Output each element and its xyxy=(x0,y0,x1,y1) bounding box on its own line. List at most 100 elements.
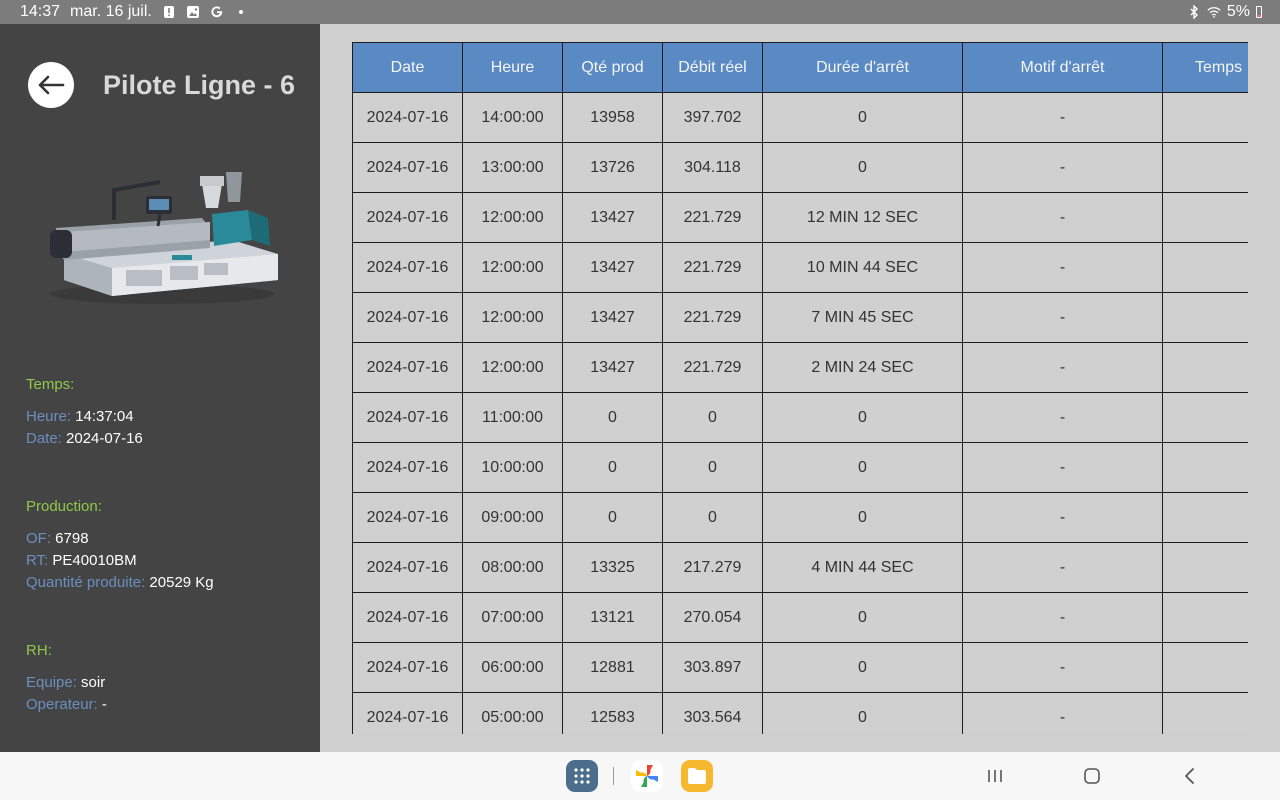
table-row[interactable]: 2024-07-16 13:00:00 13726 304.118 0- xyxy=(352,142,1248,193)
column-header: Motif d'arrêt xyxy=(962,42,1163,93)
table-cell: 13325 xyxy=(562,542,663,593)
back-button[interactable] xyxy=(28,62,74,108)
table-cell: 2024-07-16 xyxy=(352,292,463,343)
equipe-value: soir xyxy=(81,674,106,691)
table-row[interactable]: 2024-07-16 08:00:00 13325 217.279 4 MIN 44 S… xyxy=(352,542,1248,593)
files-icon[interactable] xyxy=(681,760,713,792)
date-label: Date: xyxy=(26,430,62,447)
table-row[interactable]: 2024-07-1614:00:0013958397.7020-36 M xyxy=(352,92,1248,143)
table-cell: 13427 xyxy=(562,242,663,293)
table-cell: 270.054 xyxy=(662,592,763,643)
table-cell: 4 MIN 44 SEC xyxy=(762,542,963,593)
operateur-label: Operateur: xyxy=(26,696,98,713)
table-row[interactable]: 2024-07-16 05:00:00 12583 303.564 0- xyxy=(352,692,1248,734)
recents-icon[interactable] xyxy=(980,762,1010,790)
table-row[interactable]: 2024-07-16 10:00:00 0 0 0- xyxy=(352,442,1248,493)
table-cell: 0 xyxy=(562,492,663,543)
table-row[interactable]: 2024-07-16 12:00:00 13427 221.729 7 MIN 45 S… xyxy=(352,292,1248,343)
of-label: OF: xyxy=(26,530,51,547)
table-cell: 12:00:00 xyxy=(462,242,563,293)
table-cell: 11:00:00 xyxy=(462,392,563,443)
table-row[interactable]: 2024-07-16 12:00:00 13427 221.729 2 MIN 24 S… xyxy=(352,342,1248,393)
table-cell xyxy=(1162,442,1248,493)
table-cell: 221.729 xyxy=(662,342,763,393)
rh-section: RH: Equipe: soir Operateur: - xyxy=(26,640,107,716)
table-row[interactable]: 2024-07-16 06:00:00 12881 303.897 0- xyxy=(352,642,1248,693)
table-cell xyxy=(1162,642,1248,693)
google-icon xyxy=(210,5,224,19)
table-cell: 397.702 xyxy=(662,92,763,143)
table-cell: 13:00:00 xyxy=(462,142,563,193)
table-row[interactable]: 2024-07-16 12:00:00 13427 221.729 12 MIN 12 … xyxy=(352,192,1248,243)
table-cell: 10:00:00 xyxy=(462,442,563,493)
table-cell: 26 M xyxy=(1162,242,1248,293)
table-cell: 10 MIN 44 SEC xyxy=(762,242,963,293)
table-cell: 26 M xyxy=(1162,192,1248,243)
wifi-icon xyxy=(1207,5,1221,19)
production-section: Production: OF: 6798 RT: PE40010BM Quant… xyxy=(26,496,214,594)
table-cell: 303.564 xyxy=(662,692,763,734)
table-cell: - xyxy=(962,542,1163,593)
equipe-label: Equipe: xyxy=(26,674,77,691)
table-cell: 2024-07-16 xyxy=(352,542,463,593)
apps-grid-icon[interactable] xyxy=(566,760,598,792)
home-icon[interactable] xyxy=(1077,762,1107,790)
table-cell: 06:00:00 xyxy=(462,642,563,693)
operateur-value: - xyxy=(101,696,107,713)
navigation-bar xyxy=(0,752,1280,800)
table-row[interactable]: 2024-07-16 11:00:00 0 0 0- xyxy=(352,392,1248,443)
table-cell: 0 xyxy=(762,642,963,693)
table-cell: 0 xyxy=(762,442,963,493)
table-cell: - xyxy=(962,642,1163,693)
table-cell xyxy=(1162,142,1248,193)
table-cell: - xyxy=(962,692,1163,734)
table-cell: 2 MIN 24 SEC xyxy=(762,342,963,393)
table-cell: - xyxy=(962,192,1163,243)
table-header-row: Date Heure Qté prod Débit réel Durée d'a… xyxy=(352,42,1248,93)
battery-icon xyxy=(1256,6,1262,18)
table-cell: 0 xyxy=(762,492,963,543)
table-cell: 0 xyxy=(762,692,963,734)
back-icon[interactable] xyxy=(1175,762,1205,790)
temps-section: Temps: Heure: 14:37:04 Date: 2024-07-16 xyxy=(26,374,143,450)
column-header: Débit réel xyxy=(662,42,763,93)
of-value: 6798 xyxy=(55,530,89,547)
rt-value: PE40010BM xyxy=(52,552,137,569)
table-cell: 13726 xyxy=(562,142,663,193)
table-cell: 12:00:00 xyxy=(462,192,563,243)
table-row[interactable]: 2024-07-16 07:00:00 13121 270.054 0- xyxy=(352,592,1248,643)
table-cell: 14:00:00 xyxy=(462,92,563,143)
status-time: 14:37 xyxy=(20,3,61,20)
alert-icon xyxy=(162,5,176,19)
table-cell: 2024-07-16 xyxy=(352,492,463,543)
table-cell: - xyxy=(962,492,1163,543)
table-cell: 0 xyxy=(662,442,763,493)
table-cell: 7 MIN 45 SEC xyxy=(762,292,963,343)
temps-heading: Temps: xyxy=(26,376,75,393)
table-row[interactable]: 2024-07-16 12:00:00 13427 221.729 10 MIN 44 … xyxy=(352,242,1248,293)
production-table-container[interactable]: Date Heure Qté prod Débit réel Durée d'a… xyxy=(352,42,1248,734)
table-cell xyxy=(1162,492,1248,543)
table-cell: 36 M xyxy=(1162,92,1248,143)
table-cell: 13121 xyxy=(562,592,663,643)
table-cell: 12:00:00 xyxy=(462,342,563,393)
table-cell: - xyxy=(962,392,1163,443)
rh-heading: RH: xyxy=(26,642,52,659)
photos-icon[interactable] xyxy=(631,760,663,792)
table-cell: - xyxy=(962,292,1163,343)
table-cell: 26 M xyxy=(1162,342,1248,393)
table-cell: 2024-07-16 xyxy=(352,642,463,693)
table-cell: 2024-07-16 xyxy=(352,142,463,193)
quantite-value: 20529 Kg xyxy=(149,574,214,591)
table-cell: 304.118 xyxy=(662,142,763,193)
table-row[interactable]: 2024-07-16 09:00:00 0 0 0- xyxy=(352,492,1248,543)
table-cell: 13427 xyxy=(562,292,663,343)
page-title: Pilote Ligne - 6 xyxy=(103,70,296,100)
column-header: Date xyxy=(352,42,463,93)
table-cell: 12583 xyxy=(562,692,663,734)
arrow-left-icon xyxy=(38,75,65,95)
heure-value: 14:37:04 xyxy=(75,408,134,425)
table-cell: 12881 xyxy=(562,642,663,693)
table-cell: 07:00:00 xyxy=(462,592,563,643)
status-bar: 14:37 mar. 16 juil. 5% xyxy=(0,0,1280,24)
